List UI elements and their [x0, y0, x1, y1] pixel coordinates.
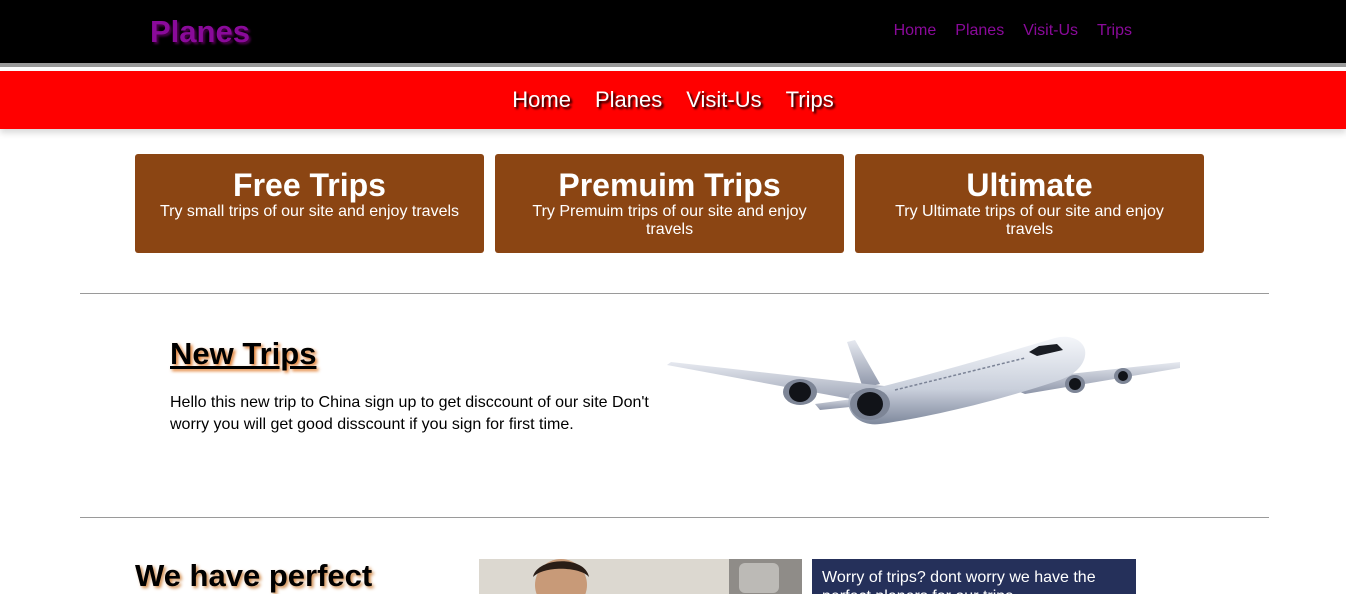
card-free-trips[interactable]: Free Trips Try small trips of our site a…	[135, 154, 484, 253]
info-box-text: Worry of trips? dont worry we have the p…	[822, 569, 1096, 594]
card-title: Ultimate	[966, 167, 1093, 203]
top-nav-visit-us[interactable]: Visit-Us	[1023, 22, 1078, 40]
card-description: Try Ultimate trips of our site and enjoy…	[895, 203, 1164, 238]
info-box: Worry of trips? dont worry we have the p…	[812, 559, 1136, 594]
card-ultimate[interactable]: Ultimate Try Ultimate trips of our site …	[855, 154, 1204, 253]
top-nav-planes[interactable]: Planes	[955, 22, 1004, 40]
section-divider	[80, 293, 1269, 294]
new-trips-heading: New Trips	[170, 336, 317, 371]
airplane-image	[667, 336, 1180, 425]
card-title: Premuim Trips	[558, 167, 781, 203]
trip-cards: Free Trips Try small trips of our site a…	[135, 154, 1204, 253]
card-title: Free Trips	[233, 167, 386, 203]
card-description: Try Premuim trips of our site and enjoy …	[532, 203, 807, 238]
secondary-nav-planes[interactable]: Planes	[595, 87, 662, 113]
perfect-planners-heading: We have perfect	[135, 558, 373, 593]
secondary-nav-visit-us[interactable]: Visit-Us	[686, 87, 761, 113]
top-nav: Home Planes Visit-Us Trips	[875, 22, 1132, 40]
brand-logo[interactable]: Planes	[150, 14, 250, 50]
top-nav-trips[interactable]: Trips	[1097, 22, 1132, 40]
secondary-nav-bar: Home Planes Visit-Us Trips	[0, 71, 1346, 129]
secondary-nav-home[interactable]: Home	[512, 87, 571, 113]
secondary-nav-trips[interactable]: Trips	[786, 87, 834, 113]
new-trips-text: Hello this new trip to China sign up to …	[170, 394, 649, 433]
card-description: Try small trips of our site and enjoy tr…	[159, 203, 460, 220]
card-premium-trips[interactable]: Premuim Trips Try Premuim trips of our s…	[495, 154, 844, 253]
secondary-nav: Home Planes Visit-Us Trips	[0, 87, 1346, 113]
top-nav-home[interactable]: Home	[894, 22, 937, 40]
passenger-image	[479, 559, 802, 594]
passenger-photo	[479, 559, 802, 594]
top-header: Planes Home Planes Visit-Us Trips	[0, 0, 1346, 67]
section-divider	[80, 517, 1269, 518]
